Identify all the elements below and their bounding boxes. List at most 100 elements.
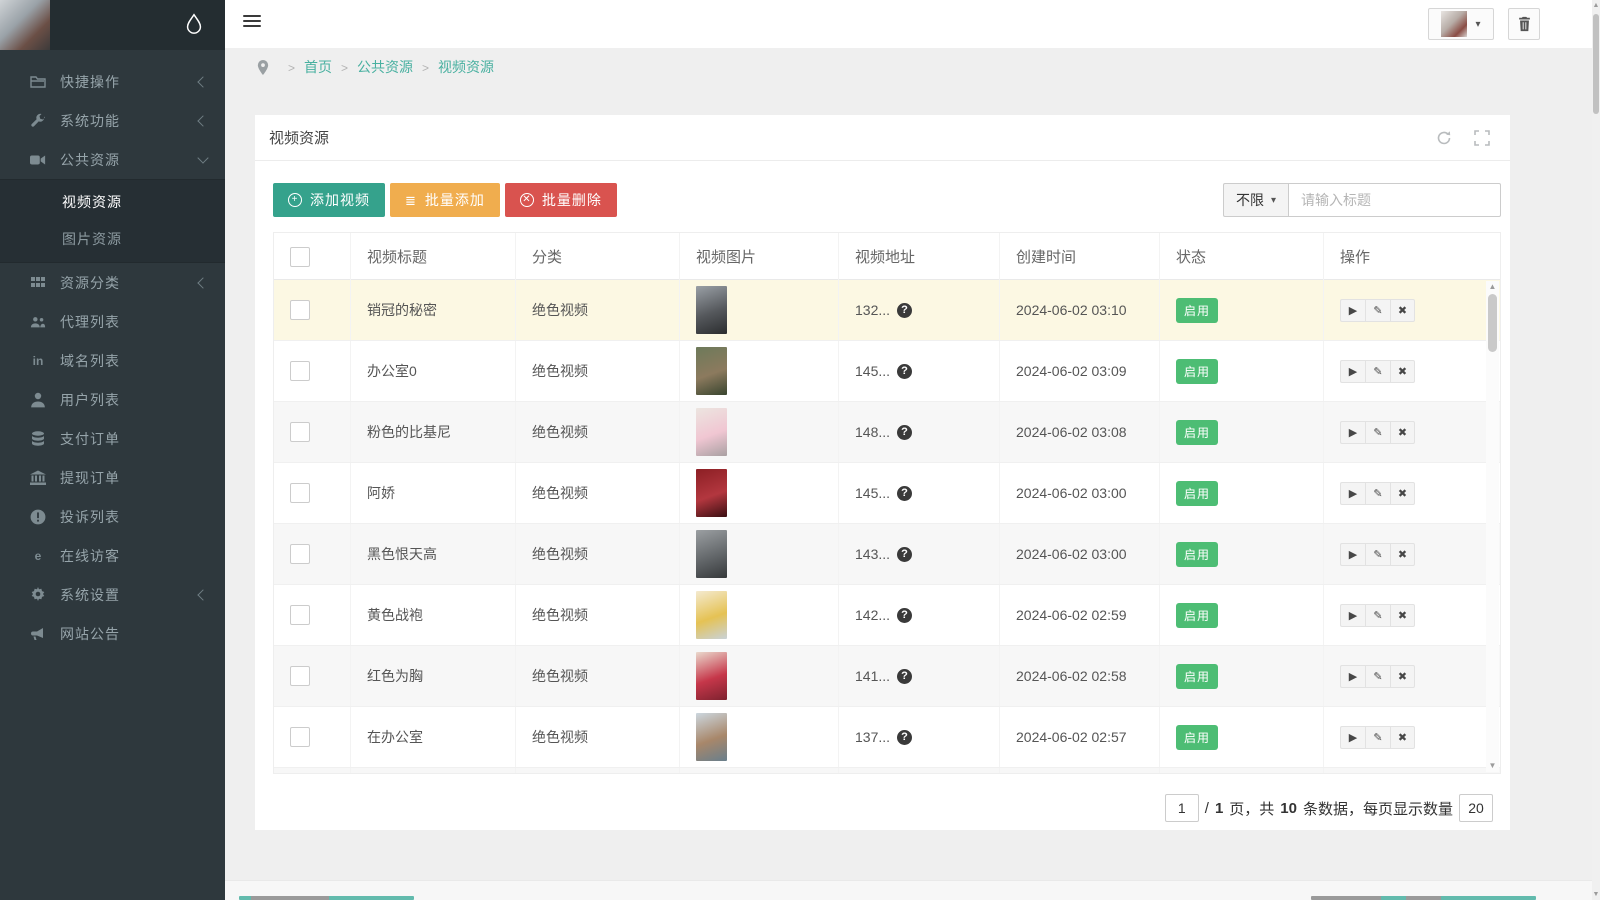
row-checkbox-cell [274, 585, 351, 645]
help-icon[interactable]: ? [897, 363, 913, 379]
help-icon[interactable]: ? [897, 668, 913, 684]
scroll-down-arrow[interactable]: ▼ [1486, 760, 1499, 772]
trash-button[interactable] [1508, 8, 1540, 40]
play-button[interactable]: ▶ [1340, 481, 1365, 505]
status-badge: 启用 [1176, 663, 1219, 689]
sidebar-item[interactable]: 公共资源 [0, 140, 225, 179]
delete-button[interactable]: ✖ [1390, 481, 1415, 505]
sidebar-item[interactable]: 用户列表 [0, 380, 225, 419]
sidebar-item[interactable]: 支付订单 [0, 419, 225, 458]
row-checkbox[interactable] [290, 300, 310, 320]
cell-status: 启用 [1160, 707, 1324, 767]
per-page-input[interactable] [1459, 794, 1493, 822]
sidebar-item[interactable]: e 在线访客 [0, 536, 225, 575]
row-checkbox[interactable] [290, 361, 310, 381]
delete-button[interactable]: ✖ [1390, 542, 1415, 566]
select-all-checkbox[interactable] [290, 246, 310, 267]
help-icon[interactable]: ? [897, 729, 913, 745]
breadcrumb-link[interactable]: 首页 [304, 59, 332, 75]
play-button[interactable]: ▶ [1340, 603, 1365, 627]
breadcrumb-link[interactable]: 公共资源 [357, 59, 413, 75]
title-search-input[interactable] [1288, 183, 1501, 217]
row-checkbox-cell [274, 524, 351, 584]
droplet-icon [186, 13, 202, 34]
help-icon[interactable]: ? [897, 302, 913, 318]
cell-thumbnail [680, 768, 839, 773]
row-checkbox[interactable] [290, 422, 310, 442]
scrollbar-thumb[interactable] [1488, 294, 1497, 352]
play-button[interactable]: ▶ [1340, 420, 1365, 444]
row-checkbox[interactable] [290, 544, 310, 564]
sidebar-item[interactable]: 提现订单 [0, 458, 225, 497]
delete-button[interactable]: ✖ [1390, 725, 1415, 749]
sidebar-item[interactable]: 快捷操作 [0, 62, 225, 101]
sidebar-avatar[interactable] [0, 0, 50, 50]
delete-button[interactable]: ✖ [1390, 359, 1415, 383]
sidebar-subitem[interactable]: 视频资源 [0, 184, 225, 221]
page-scrollbar-thumb[interactable] [1593, 14, 1599, 114]
play-button[interactable]: ▶ [1340, 359, 1365, 383]
table-row: 黑色恨天高 绝色视频 143... ? 2024-06-02 03:00 启用 … [274, 524, 1500, 585]
play-button[interactable]: ▶ [1340, 542, 1365, 566]
page-number-input[interactable] [1164, 794, 1199, 822]
row-checkbox[interactable] [290, 483, 310, 503]
delete-button[interactable]: ✖ [1390, 664, 1415, 688]
status-badge: 启用 [1176, 480, 1219, 506]
add-video-button[interactable]: + 添加视频 [273, 183, 385, 217]
edit-button[interactable]: ✎ [1365, 603, 1390, 627]
help-icon[interactable]: ? [897, 424, 913, 440]
row-checkbox[interactable] [290, 727, 310, 747]
help-icon[interactable]: ? [897, 485, 913, 501]
row-checkbox[interactable] [290, 666, 310, 686]
hamburger-menu-icon[interactable] [243, 15, 261, 30]
sidebar-item[interactable]: 资源分类 [0, 263, 225, 302]
action-group: ▶ ✎ ✖ [1340, 298, 1415, 322]
cell-address: 148... ? [839, 402, 1000, 462]
page-scroll-up-arrow[interactable]: ▲ [1592, 2, 1600, 9]
delete-button[interactable]: ✖ [1390, 603, 1415, 627]
play-button[interactable]: ▶ [1340, 298, 1365, 322]
refresh-icon[interactable] [1436, 130, 1452, 146]
help-icon[interactable]: ? [897, 607, 913, 623]
sidebar-item[interactable]: 代理列表 [0, 302, 225, 341]
fullscreen-icon[interactable] [1474, 129, 1490, 146]
sidebar-item[interactable]: 系统设置 [0, 575, 225, 614]
category-filter-dropdown[interactable]: 不限 ▾ [1222, 183, 1288, 217]
help-icon[interactable]: ? [897, 546, 913, 562]
edit-button[interactable]: ✎ [1365, 420, 1390, 444]
scroll-up-arrow[interactable]: ▲ [1486, 281, 1499, 293]
address-text: 132... [855, 302, 891, 318]
cell-time [1000, 768, 1160, 773]
status-badge: 启用 [1176, 602, 1219, 628]
delete-button[interactable]: ✖ [1390, 298, 1415, 322]
batch-delete-button[interactable]: ✕ 批量删除 [504, 183, 617, 217]
page-scrollbar: ▲ ▼ [1592, 0, 1600, 900]
edit-button[interactable]: ✎ [1365, 481, 1390, 505]
edit-button[interactable]: ✎ [1365, 664, 1390, 688]
play-button[interactable]: ▶ [1340, 664, 1365, 688]
sidebar-item[interactable]: 网站公告 [0, 614, 225, 653]
play-button[interactable]: ▶ [1340, 725, 1365, 749]
page-scroll-down-arrow[interactable]: ▼ [1592, 891, 1600, 898]
row-checkbox[interactable] [290, 605, 310, 625]
edit-button[interactable]: ✎ [1365, 542, 1390, 566]
row-checkbox-cell [274, 646, 351, 706]
edit-button[interactable]: ✎ [1365, 359, 1390, 383]
user-menu-button[interactable]: ▾ [1428, 8, 1494, 40]
batch-add-button[interactable]: ≣ 批量添加 [390, 183, 500, 217]
sidebar-subitem[interactable]: 图片资源 [0, 221, 225, 258]
cell-address: 145... ? [839, 341, 1000, 401]
edit-button[interactable]: ✎ [1365, 725, 1390, 749]
sidebar-item[interactable]: 系统功能 [0, 101, 225, 140]
edit-button[interactable]: ✎ [1365, 298, 1390, 322]
cell-address: ? [839, 768, 1000, 773]
sidebar-item[interactable]: in 域名列表 [0, 341, 225, 380]
cell-address: 137... ? [839, 707, 1000, 767]
cell-status [1160, 768, 1324, 773]
header-checkbox-cell [274, 233, 351, 280]
sidebar-item-label: 资源分类 [60, 274, 120, 291]
sidebar-item[interactable]: 投诉列表 [0, 497, 225, 536]
delete-button[interactable]: ✖ [1390, 420, 1415, 444]
sidebar-item-label: 投诉列表 [60, 508, 120, 525]
breadcrumb-link[interactable]: 视频资源 [438, 59, 494, 75]
